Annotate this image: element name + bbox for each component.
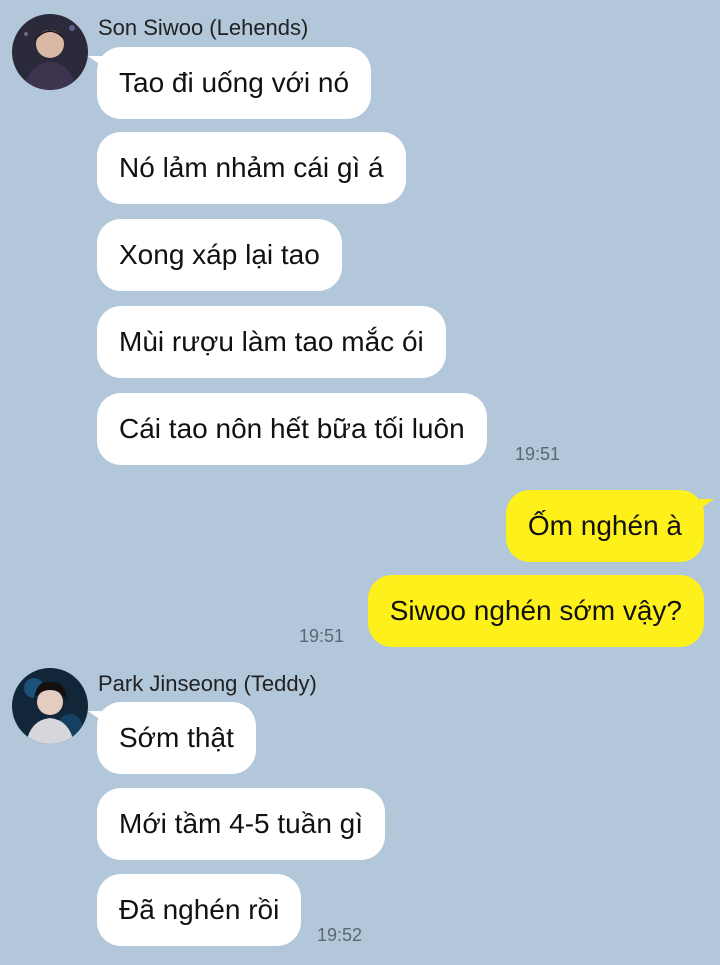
sender-name: Son Siwoo (Lehends) [98, 15, 309, 40]
message-timestamp: 19:51 [515, 444, 561, 464]
message-bubble[interactable]: Đã nghén rồi [97, 874, 302, 946]
message-timestamp: 19:51 [299, 626, 345, 646]
avatar-son-siwoo[interactable] [12, 14, 88, 90]
message-bubble[interactable]: Nó lảm nhảm cái gì á [97, 132, 406, 204]
sender-name: Park Jinseong (Teddy) [98, 671, 317, 696]
message-bubble[interactable]: Mới tầm 4-5 tuần gì [97, 788, 386, 860]
message-bubble[interactable]: Mùi rượu làm tao mắc ói [97, 306, 446, 378]
message-bubble[interactable]: Xong xáp lại tao [97, 219, 342, 291]
message-bubble[interactable]: Sớm thật [97, 702, 256, 774]
message-bubble[interactable]: Siwoo nghén sớm vậy? [367, 575, 704, 647]
message-bubble[interactable]: Tao đi uống với nó [97, 47, 372, 119]
avatar-park-jinseong[interactable] [12, 668, 88, 744]
message-bubble[interactable]: Ốm nghén à [505, 490, 704, 562]
message-bubble[interactable]: Cái tao nôn hết bữa tối luôn [97, 393, 487, 465]
message-timestamp: 19:52 [317, 925, 363, 945]
